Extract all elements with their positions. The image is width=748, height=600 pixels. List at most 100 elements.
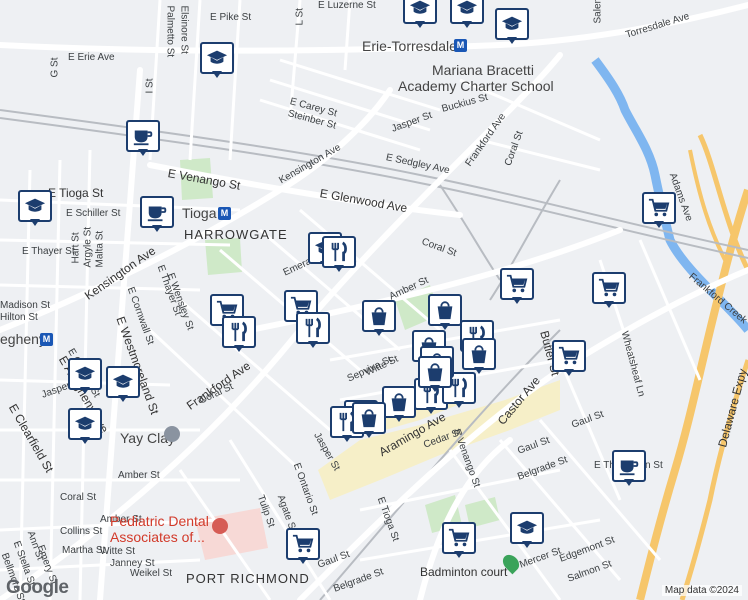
shopping-cart-marker[interactable] (286, 528, 320, 568)
school-marker[interactable] (403, 0, 437, 32)
marker-pointer (512, 297, 522, 304)
cafe-marker[interactable] (612, 450, 646, 490)
shopping-bag-marker[interactable] (428, 294, 462, 334)
street-label: Palmetto St (164, 5, 176, 58)
poi-label-badminton[interactable]: Badminton court (420, 565, 507, 579)
street-label: L St (294, 8, 306, 26)
shopping-bag-icon (362, 300, 396, 332)
street-label: E Tioga St (48, 186, 104, 200)
street-label: E Schiller St (66, 208, 121, 219)
cafe-icon (126, 120, 160, 152)
shopping-bag-icon (428, 294, 462, 326)
street-label: Salem St (592, 0, 604, 24)
marker-pointer (624, 479, 634, 486)
shopping-cart-marker[interactable] (442, 522, 476, 562)
hospital-icon (212, 518, 228, 534)
school-label-line-1[interactable]: Mariana Bracetti (432, 62, 534, 78)
restaurant-marker[interactable] (322, 236, 356, 276)
marker-pointer (415, 21, 425, 28)
school-marker[interactable] (68, 408, 102, 448)
marker-pointer (138, 149, 148, 156)
school-icon (18, 190, 52, 222)
marker-pointer (334, 265, 344, 272)
shopping-cart-icon (552, 340, 586, 372)
school-marker[interactable] (450, 0, 484, 32)
street-label: Weikel St (130, 568, 173, 579)
station-label-tioga[interactable]: Tioga (182, 205, 217, 221)
marker-pointer (522, 541, 532, 548)
shopping-bag-icon (462, 338, 496, 370)
street-label: E Thayer St (22, 246, 75, 257)
marker-pointer (364, 431, 374, 438)
restaurant-marker[interactable] (296, 312, 330, 352)
shopping-bag-icon (382, 386, 416, 418)
street-label: Argyle St (82, 226, 94, 268)
shopping-cart-icon (286, 528, 320, 560)
street-label: Martha St (62, 545, 106, 556)
shopping-bag-marker[interactable] (418, 356, 452, 396)
metro-icon: M (218, 207, 231, 220)
metro-icon: M (40, 333, 53, 346)
shopping-bag-marker[interactable] (352, 402, 386, 442)
shopping-cart-marker[interactable] (592, 272, 626, 312)
marker-pointer (440, 323, 450, 330)
marker-pointer (604, 301, 614, 308)
map-view[interactable]: E Erie Ave E Pike St Palmetto St Elsinor… (0, 0, 748, 600)
marker-pointer (374, 329, 384, 336)
poi-label-dental-line-1[interactable]: Pediatric Dental (110, 513, 209, 529)
street-label: Malta St (94, 230, 106, 268)
shopping-cart-icon (500, 268, 534, 300)
google-logo: Google (6, 577, 69, 598)
marker-pointer (564, 369, 574, 376)
marker-pointer (234, 345, 244, 352)
restaurant-marker[interactable] (222, 316, 256, 356)
street-label: E Erie Ave (68, 52, 115, 63)
marker-pointer (80, 387, 90, 394)
marker-pointer (298, 557, 308, 564)
street-label: E Luzerne St (318, 0, 376, 11)
cafe-marker[interactable] (140, 196, 174, 236)
school-marker[interactable] (495, 8, 529, 48)
station-label-erie-torresdale[interactable]: Erie-Torresdale (362, 38, 457, 54)
school-icon (495, 8, 529, 40)
shopping-bag-marker[interactable] (462, 338, 496, 378)
school-marker[interactable] (18, 190, 52, 230)
school-label-line-2[interactable]: Academy Charter School (398, 78, 554, 94)
cafe-icon (612, 450, 646, 482)
neighborhood-label-harrowgate: HARROWGATE (184, 227, 288, 242)
shopping-cart-icon (642, 192, 676, 224)
marker-pointer (454, 551, 464, 558)
school-marker[interactable] (106, 366, 140, 406)
marker-pointer (454, 401, 464, 408)
cafe-marker[interactable] (126, 120, 160, 160)
marker-pointer (212, 71, 222, 78)
restaurant-icon (222, 316, 256, 348)
marker-pointer (342, 435, 352, 442)
store-icon (164, 426, 180, 442)
map-attribution[interactable]: Map data ©2024 (661, 585, 742, 596)
school-icon (106, 366, 140, 398)
marker-pointer (118, 395, 128, 402)
neighborhood-label-port-richmond: PORT RICHMOND (186, 571, 310, 586)
shopping-cart-marker[interactable] (500, 268, 534, 308)
marker-pointer (474, 367, 484, 374)
shopping-bag-icon (352, 402, 386, 434)
school-marker[interactable] (510, 512, 544, 552)
shopping-bag-marker[interactable] (382, 386, 416, 426)
school-icon (510, 512, 544, 544)
marker-pointer (654, 221, 664, 228)
shopping-cart-marker[interactable] (552, 340, 586, 380)
shopping-cart-marker[interactable] (642, 192, 676, 232)
school-marker[interactable] (200, 42, 234, 82)
school-marker[interactable] (68, 358, 102, 398)
street-label: Witte St (100, 546, 136, 557)
shopping-bag-marker[interactable] (362, 300, 396, 340)
marker-pointer (308, 341, 318, 348)
school-icon (68, 408, 102, 440)
shopping-cart-icon (592, 272, 626, 304)
street-label: Coral St (60, 492, 97, 503)
street-label: Collins St (60, 526, 103, 537)
street-label: Amber St (118, 470, 160, 481)
school-icon (68, 358, 102, 390)
poi-label-dental-line-2[interactable]: Associates of... (110, 529, 205, 545)
